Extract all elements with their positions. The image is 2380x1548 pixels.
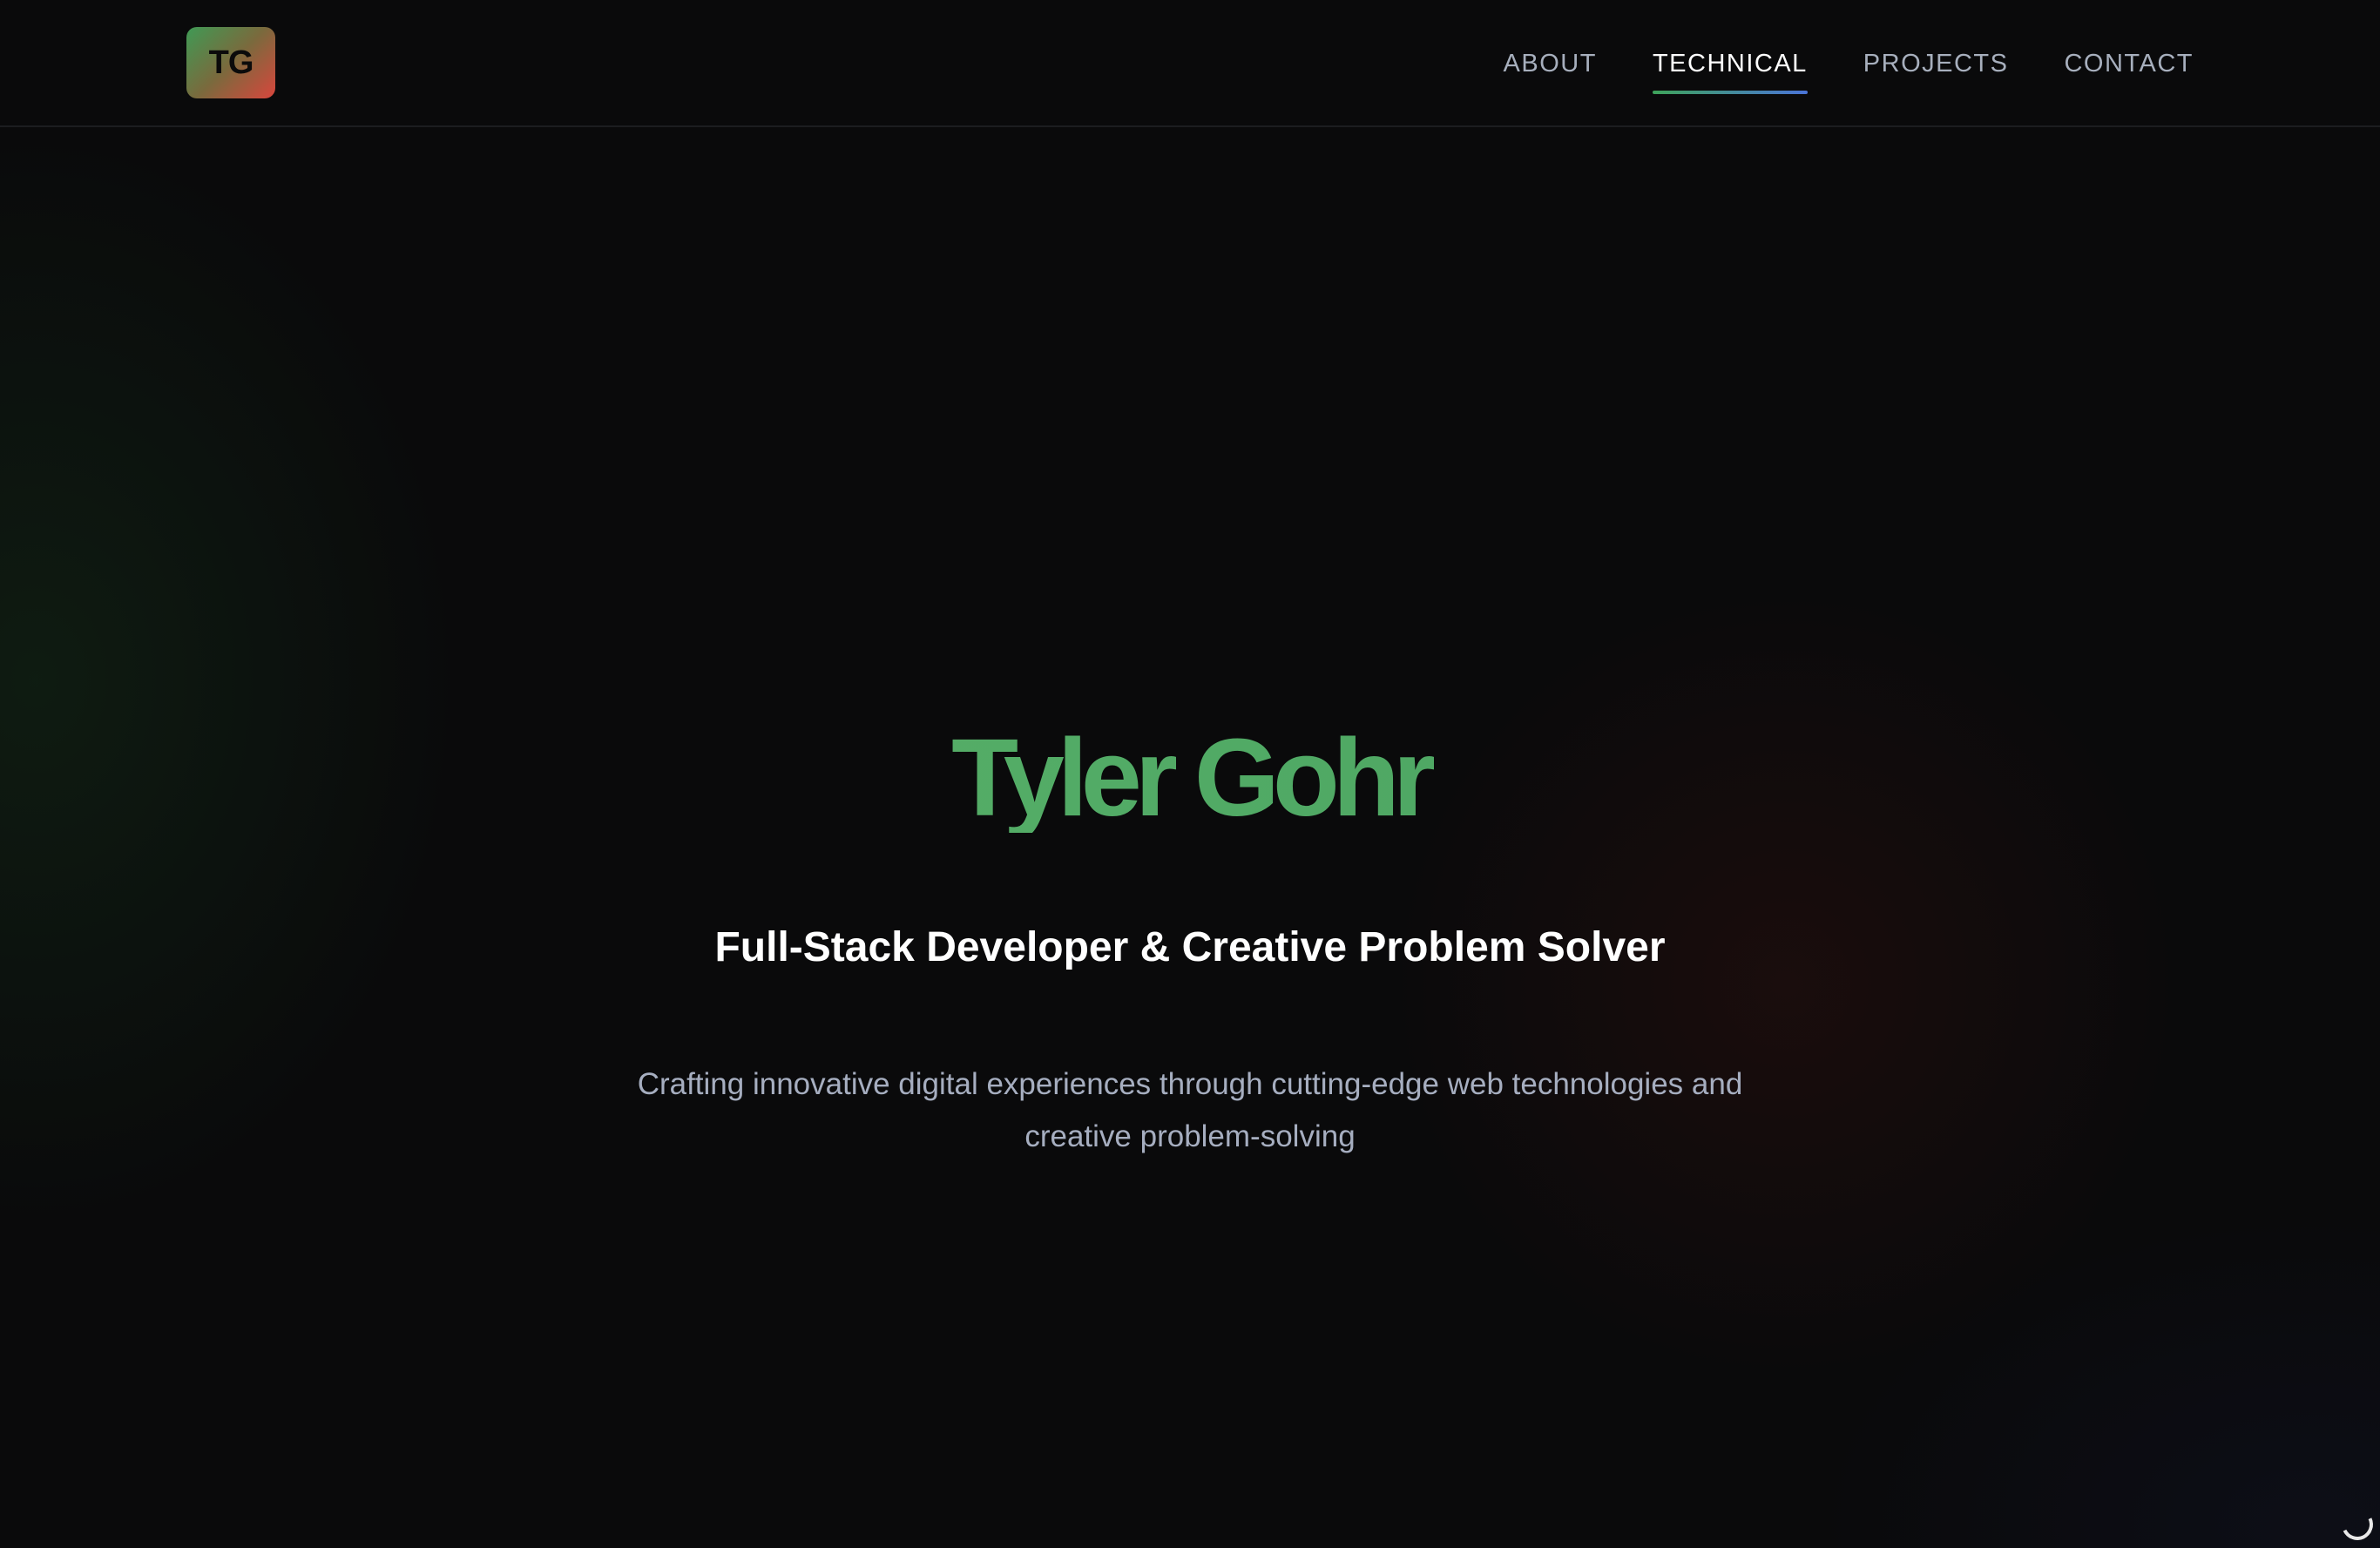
hero-name: Tyler Gohr (0, 723, 2380, 833)
logo[interactable]: TG (186, 27, 275, 98)
nav-about[interactable]: ABOUT (1504, 44, 1597, 84)
loading-spinner-icon (2336, 1504, 2378, 1545)
hero-title: Full-Stack Developer & Creative Problem … (714, 924, 1666, 970)
nav-contact[interactable]: CONTACT (2064, 44, 2194, 84)
logo-text: TG (208, 44, 254, 81)
page: TG ABOUT TECHNICAL PROJECTS CONTACT Tyle… (0, 0, 2380, 1548)
nav-technical[interactable]: TECHNICAL (1652, 44, 1808, 94)
main-nav: ABOUT TECHNICAL PROJECTS CONTACT (1504, 0, 2194, 127)
site-header: TG ABOUT TECHNICAL PROJECTS CONTACT (0, 0, 2380, 127)
hero-description: Crafting innovative digital experiences … (637, 1067, 1743, 1153)
nav-projects[interactable]: PROJECTS (1863, 44, 2009, 84)
